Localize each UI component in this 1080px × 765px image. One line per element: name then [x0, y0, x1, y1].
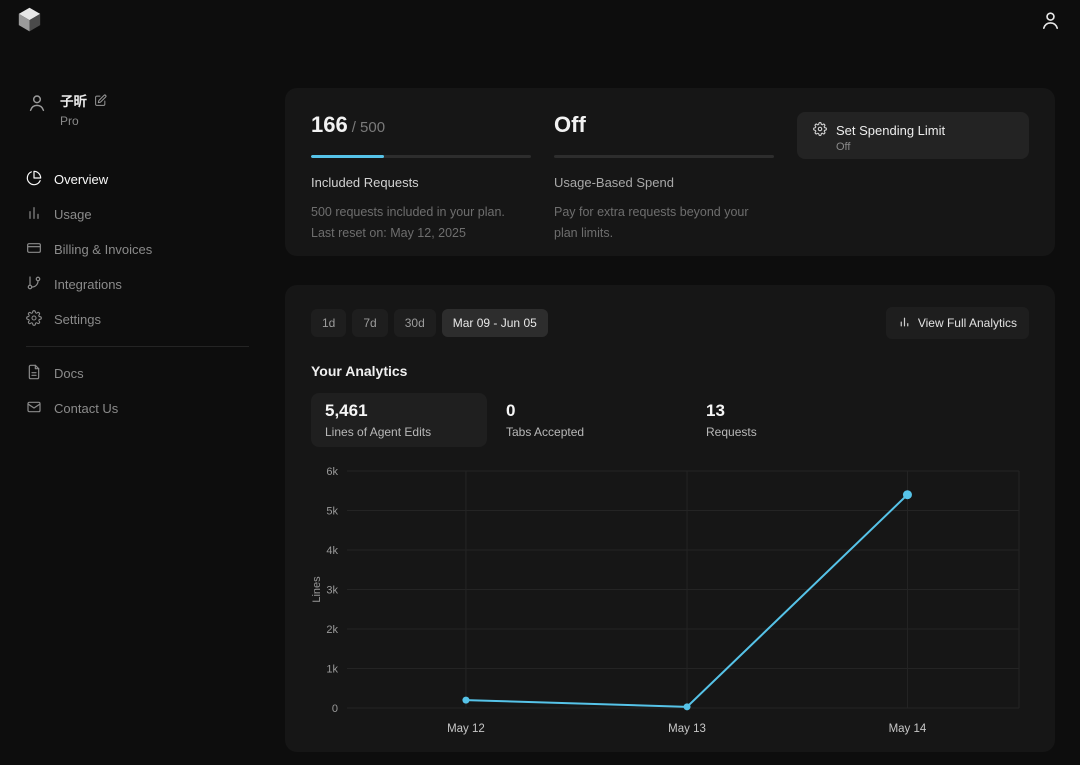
- included-progress-fill: [311, 155, 384, 158]
- user-profile: 子昕 Pro: [26, 90, 285, 128]
- sidebar-item-label: Overview: [54, 172, 108, 187]
- svg-text:May 14: May 14: [889, 723, 927, 735]
- svg-text:May 12: May 12: [447, 723, 485, 735]
- spending-limit-status: Off: [836, 141, 1013, 153]
- analytics-stats-row: 5,461 Lines of Agent Edits 0 Tabs Accept…: [311, 393, 1029, 447]
- usage-based-value: Off: [554, 112, 797, 138]
- sidebar-item-label: Docs: [54, 366, 84, 381]
- credit-card-icon: [26, 240, 42, 259]
- svg-text:0: 0: [332, 703, 338, 715]
- cursor-logo-icon[interactable]: [16, 6, 43, 38]
- gear-icon: [26, 310, 42, 329]
- svg-text:4k: 4k: [326, 545, 338, 557]
- filter-1d-button[interactable]: 1d: [311, 309, 346, 337]
- svg-text:May 13: May 13: [668, 723, 706, 735]
- included-requests-value: 166: [311, 112, 348, 137]
- app-window: 子昕 Pro Overview: [0, 0, 1080, 765]
- included-requests-total: / 500: [352, 119, 385, 136]
- svg-text:5k: 5k: [326, 506, 338, 518]
- svg-text:Lines: Lines: [311, 576, 323, 603]
- sidebar-item-usage[interactable]: Usage: [26, 197, 285, 232]
- sidebar-item-label: Integrations: [54, 277, 122, 292]
- filter-30d-button[interactable]: 30d: [394, 309, 436, 337]
- usage-summary-card: 166/ 500 Included Requests 500 requests …: [285, 88, 1055, 256]
- svg-text:2k: 2k: [326, 624, 338, 636]
- included-requests-label: Included Requests: [311, 175, 554, 190]
- sidebar-item-settings[interactable]: Settings: [26, 302, 285, 337]
- analytics-title: Your Analytics: [311, 363, 1029, 379]
- gear-icon: [813, 122, 827, 139]
- svg-text:1k: 1k: [326, 664, 338, 676]
- stat-lines-of-agent-edits[interactable]: 5,461 Lines of Agent Edits: [311, 393, 487, 447]
- view-full-analytics-button[interactable]: View Full Analytics: [886, 307, 1029, 339]
- included-requests-block: 166/ 500 Included Requests 500 requests …: [311, 112, 554, 232]
- sidebar-item-integrations[interactable]: Integrations: [26, 267, 285, 302]
- usage-based-label: Usage-Based Spend: [554, 175, 797, 190]
- bar-chart-icon: [898, 315, 911, 331]
- user-avatar-icon: [26, 92, 48, 119]
- stat-tabs-accepted[interactable]: 0 Tabs Accepted: [506, 393, 682, 447]
- sidebar-item-label: Usage: [54, 207, 92, 222]
- sidebar: 子昕 Pro Overview: [0, 90, 285, 426]
- included-progress-track: [311, 155, 531, 158]
- set-spending-limit-button[interactable]: Set Spending Limit Off: [797, 112, 1029, 159]
- git-branch-icon: [26, 275, 42, 294]
- usage-based-block: Off Usage-Based Spend Pay for extra requ…: [554, 112, 797, 232]
- bar-chart-icon: [26, 205, 42, 224]
- usage-based-desc: Pay for extra requests beyond your plan …: [554, 202, 769, 245]
- pie-chart-icon: [26, 170, 42, 189]
- stat-requests[interactable]: 13 Requests: [706, 393, 882, 447]
- envelope-icon: [26, 399, 42, 418]
- sidebar-item-contact[interactable]: Contact Us: [26, 391, 285, 426]
- sidebar-item-billing[interactable]: Billing & Invoices: [26, 232, 285, 267]
- analytics-card: 1d 7d 30d Mar 09 - Jun 05 View Full Anal…: [285, 285, 1055, 752]
- included-requests-desc: 500 requests included in your plan. Last…: [311, 202, 554, 245]
- user-plan-badge: Pro: [60, 114, 107, 128]
- filter-7d-button[interactable]: 7d: [352, 309, 387, 337]
- edit-profile-icon[interactable]: [94, 94, 107, 107]
- sidebar-item-docs[interactable]: Docs: [26, 356, 285, 391]
- sidebar-divider: [26, 346, 249, 347]
- time-filter-row: 1d 7d 30d Mar 09 - Jun 05 View Full Anal…: [311, 307, 1029, 339]
- set-spending-limit-label: Set Spending Limit: [836, 123, 945, 138]
- sidebar-item-label: Settings: [54, 312, 101, 327]
- sidebar-item-overview[interactable]: Overview: [26, 162, 285, 197]
- main-content: 166/ 500 Included Requests 500 requests …: [285, 88, 1055, 752]
- usage-based-progress-track: [554, 155, 774, 158]
- svg-text:6k: 6k: [326, 466, 338, 478]
- document-icon: [26, 364, 42, 383]
- account-icon[interactable]: [1039, 9, 1062, 37]
- user-name: 子昕: [60, 90, 87, 110]
- chart-area: 0 1k 2k 3k 4k 5k 6k May 12 May 13 May 14 Lines: [311, 461, 1029, 741]
- svg-text:3k: 3k: [326, 585, 338, 597]
- top-bar: [0, 0, 1080, 44]
- analytics-chart: 0 1k 2k 3k 4k 5k 6k May 12 May 13 May 14 Lines: [311, 461, 1029, 741]
- sidebar-item-label: Billing & Invoices: [54, 242, 152, 257]
- sidebar-item-label: Contact Us: [54, 401, 118, 416]
- date-range-button[interactable]: Mar 09 - Jun 05: [442, 309, 548, 337]
- sidebar-nav: Overview Usage Billing & Invoices: [26, 162, 285, 426]
